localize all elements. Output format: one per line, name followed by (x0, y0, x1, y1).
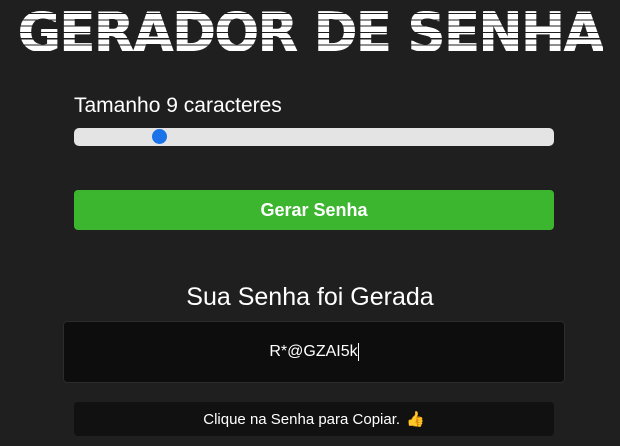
result-title: Sua Senha foi Gerada (186, 283, 434, 311)
length-prefix: Tamanho (74, 94, 161, 117)
thumbs-up-icon: 👍 (406, 410, 425, 428)
length-slider[interactable] (74, 128, 554, 146)
copy-hint-text: Clique na Senha para Copiar. (203, 410, 401, 428)
slider-handle[interactable] (152, 129, 168, 144)
generate-password-button[interactable]: Gerar Senha (74, 190, 554, 230)
length-label: Tamanho 9 caracteres (74, 94, 282, 118)
logo-text: GERADOR DE SENHA (17, 1, 603, 65)
length-suffix: caracteres (183, 94, 282, 117)
copy-hint: Clique na Senha para Copiar. 👍 (74, 402, 554, 436)
length-value: 9 (166, 94, 178, 117)
text-caret (357, 343, 359, 361)
logo: GERADOR DE SENHA (0, 0, 620, 66)
password-text[interactable]: R*@GZAI5k (269, 343, 357, 361)
password-output[interactable]: R*@GZAI5k (63, 321, 565, 383)
